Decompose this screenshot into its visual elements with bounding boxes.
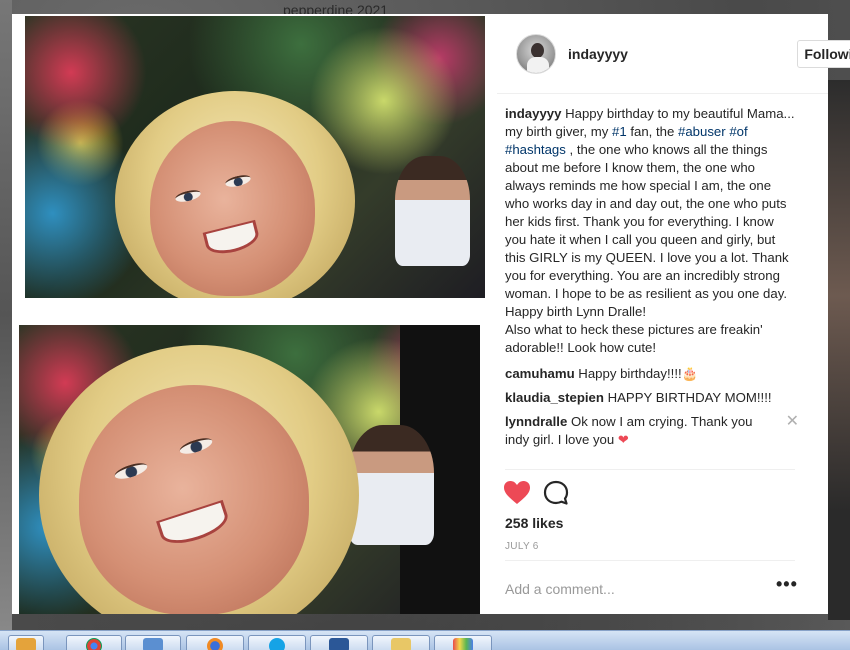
taskbar-firefox[interactable] (186, 635, 244, 650)
comment-item: lynndralle Ok now I am crying. Thank you… (505, 413, 799, 449)
comment-item: camuhamu Happy birthday!!!!🎂 (505, 365, 795, 383)
comment-username[interactable]: klaudia_stepien (505, 390, 604, 405)
photo-face (79, 385, 309, 614)
photo-man-figure (349, 425, 434, 545)
photo-man-figure (395, 156, 470, 266)
post-header: indayyyy Following (497, 14, 850, 94)
actions-divider (505, 469, 795, 470)
taskbar-control-panel[interactable] (125, 635, 181, 650)
caption-username[interactable]: indayyyy (505, 106, 561, 121)
folder-icon (391, 638, 411, 650)
comment-username[interactable]: camuhamu (505, 366, 575, 381)
taskbar-explorer[interactable] (372, 635, 430, 650)
comments-list: indayyyy Happy birthday to my beautiful … (505, 105, 799, 455)
caption-text-3: , the one who knows all the things about… (505, 142, 789, 319)
avatar-head (531, 43, 544, 58)
avatar-body (527, 57, 549, 73)
taskbar-chrome[interactable] (66, 635, 122, 650)
caption-text-2: fan, the (626, 124, 678, 139)
comment-input-divider (505, 560, 795, 561)
word-icon (329, 638, 349, 650)
paint-icon (453, 638, 473, 650)
taskbar-word[interactable] (310, 635, 368, 650)
avatar[interactable] (516, 34, 556, 74)
post-photo-bottom[interactable] (19, 325, 480, 614)
comment-item: klaudia_stepien HAPPY BIRTHDAY MOM!!!! (505, 389, 795, 407)
comment-text: Happy birthday!!!!🎂 (574, 366, 699, 381)
post-date: JULY 6 (505, 541, 539, 552)
backdrop-right-strip (828, 80, 850, 620)
more-options-icon[interactable]: ••• (776, 574, 798, 595)
skype-icon (269, 638, 285, 650)
firefox-icon (207, 638, 223, 650)
start-orb-icon (16, 638, 36, 650)
taskbar-start-orb[interactable] (8, 635, 44, 650)
chrome-icon (86, 638, 102, 650)
hashtag-link[interactable]: #1 (612, 124, 627, 139)
comment-text: HAPPY BIRTHDAY MOM!!!! (603, 390, 772, 405)
caption-text-4: Also what to heck these pictures are fre… (505, 322, 763, 355)
post-photo-top[interactable] (25, 16, 485, 298)
photo-face (150, 121, 315, 296)
os-taskbar (0, 630, 850, 650)
backdrop-left-strip (0, 0, 12, 630)
taskbar-paint[interactable] (434, 635, 492, 650)
post-photo-pane (12, 14, 497, 614)
post-actions (503, 480, 623, 506)
control-panel-icon (143, 638, 163, 650)
post-caption: indayyyy Happy birthday to my beautiful … (505, 105, 795, 357)
comment-username[interactable]: lynndralle (505, 414, 567, 429)
heart-icon[interactable] (503, 480, 531, 506)
close-icon[interactable]: ✕ (786, 413, 799, 431)
comment-icon[interactable] (543, 480, 569, 506)
post-author-username[interactable]: indayyyy (568, 46, 628, 62)
following-button[interactable]: Following (797, 40, 850, 68)
add-comment-input[interactable]: Add a comment... (505, 581, 615, 597)
taskbar-skype[interactable] (248, 635, 306, 650)
likes-count[interactable]: 258 likes (505, 515, 563, 531)
heart-emoji-icon: ❤ (617, 432, 629, 447)
